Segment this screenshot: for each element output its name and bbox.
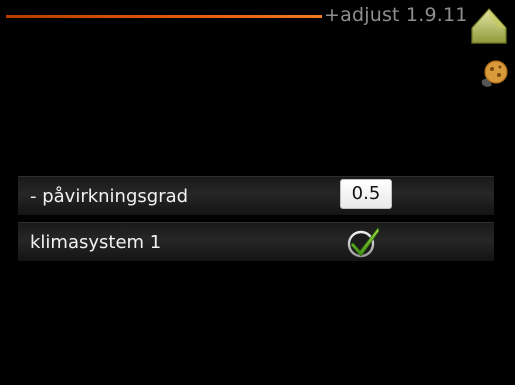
checkbox-checked-icon[interactable] — [345, 223, 383, 259]
menu-title: +adjust 1.9.11 — [324, 4, 468, 26]
setting-row-influence[interactable]: - påvirkningsgrad 0.5 — [18, 176, 494, 215]
setting-row-climate-system-1[interactable]: klimasystem 1 — [18, 222, 494, 261]
smart-price-icon — [481, 60, 508, 87]
influence-degree-value[interactable]: 0.5 — [340, 179, 392, 209]
climate-system-label: klimasystem 1 — [30, 232, 162, 253]
header-accent-line — [6, 15, 322, 18]
influence-degree-label: - påvirkningsgrad — [30, 186, 189, 207]
display-screen: +adjust 1.9.11 - påvirkningsgrad 0.5 kli… — [0, 0, 515, 385]
home-icon[interactable] — [469, 6, 509, 46]
